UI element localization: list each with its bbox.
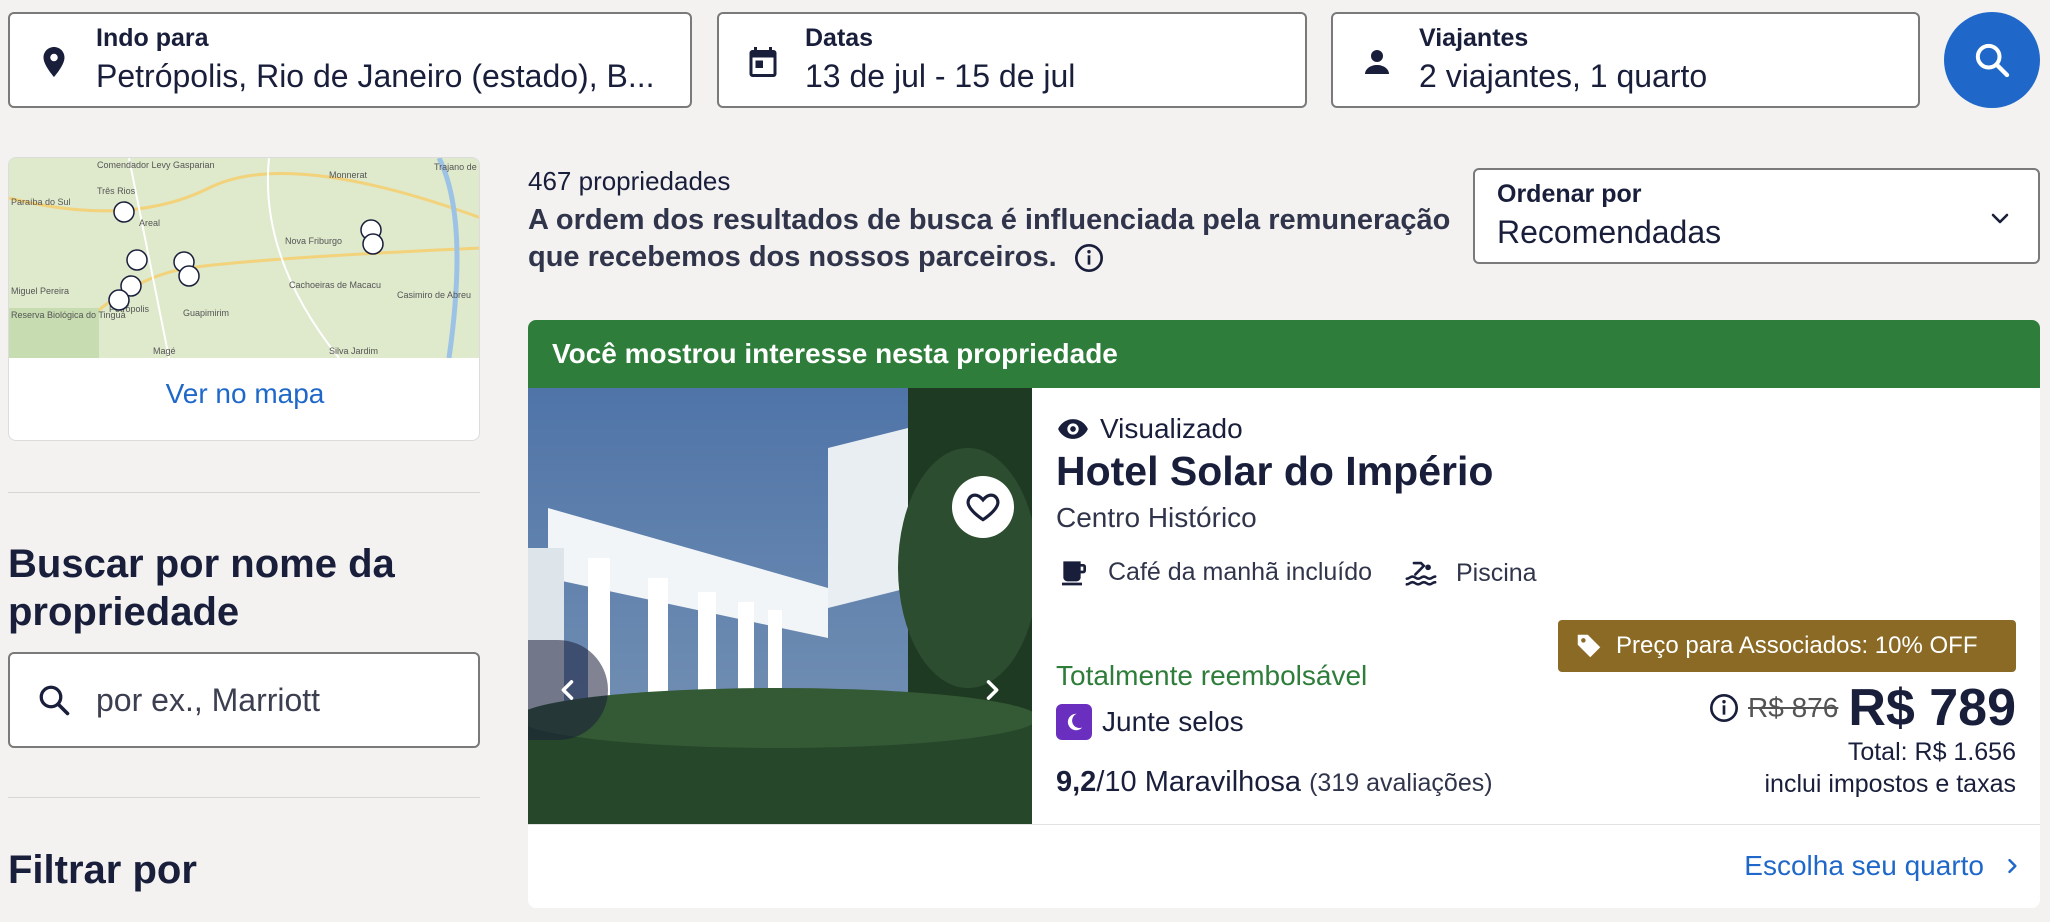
map-label: Trajano de Moraes bbox=[434, 162, 480, 172]
ranking-disclaimer: A ordem dos resultados de busca é influe… bbox=[528, 202, 1468, 276]
viewed-indicator: Visualizado bbox=[1056, 412, 1243, 446]
chevron-left-icon bbox=[561, 680, 574, 700]
map-thumbnail[interactable]: Comendador Levy Gasparian Três Rios Para… bbox=[9, 158, 480, 358]
hotel-name[interactable]: Hotel Solar do Império bbox=[1056, 448, 1493, 495]
chevron-right-icon bbox=[2008, 858, 2017, 874]
viewed-label: Visualizado bbox=[1100, 413, 1243, 444]
info-icon[interactable] bbox=[1073, 242, 1105, 274]
member-price-badge: Preço para Associados: 10% OFF bbox=[1558, 620, 2016, 672]
map-label: Guapimirim bbox=[183, 308, 229, 318]
divider bbox=[528, 824, 2040, 825]
destination-label: Indo para bbox=[96, 24, 209, 52]
price-row: R$ 876 R$ 789 bbox=[1708, 678, 2016, 738]
property-name-input[interactable] bbox=[96, 680, 456, 720]
dates-label: Datas bbox=[805, 24, 874, 52]
moon-stamp-icon bbox=[1056, 704, 1092, 740]
info-icon[interactable] bbox=[1708, 692, 1740, 724]
filter-title: Filtrar por bbox=[8, 848, 197, 892]
chevron-right-icon bbox=[986, 680, 999, 700]
map-label: Comendador Levy Gasparian bbox=[97, 160, 215, 170]
amenity-label: Café da manhã incluído bbox=[1108, 557, 1373, 586]
taxes-note: inclui impostos e taxas bbox=[1764, 770, 2016, 798]
neighborhood: Centro Histórico bbox=[1056, 502, 1257, 533]
guest-rating: 9,2/10 Maravilhosa (319 avaliações) bbox=[1056, 766, 1493, 799]
map-label: Areal bbox=[139, 218, 160, 228]
travelers-field[interactable]: Viajantes 2 viajantes, 1 quarto bbox=[1331, 12, 1920, 108]
next-photo-button[interactable] bbox=[952, 640, 1032, 740]
dates-field[interactable]: Datas 13 de jul - 15 de jul bbox=[717, 12, 1307, 108]
divider bbox=[8, 492, 480, 493]
coffee-cup-icon bbox=[1062, 561, 1086, 586]
destination-field[interactable]: Indo para Petrópolis, Rio de Janeiro (es… bbox=[8, 12, 692, 108]
chevron-down-icon bbox=[1991, 213, 2009, 224]
map-card[interactable]: Comendador Levy Gasparian Três Rios Para… bbox=[8, 157, 480, 441]
property-photo[interactable] bbox=[528, 388, 1032, 824]
eye-icon bbox=[1058, 419, 1088, 439]
search-button[interactable] bbox=[1944, 12, 2040, 108]
view-on-map-link[interactable]: Ver no mapa bbox=[9, 378, 479, 410]
map-label: Paraíba do Sul bbox=[11, 197, 71, 207]
calendar-icon bbox=[749, 47, 777, 77]
sort-select[interactable]: Ordenar por Recomendadas bbox=[1473, 168, 2040, 264]
member-price-label: Preço para Associados: 10% OFF bbox=[1616, 632, 1978, 659]
map-label: Três Rios bbox=[97, 186, 136, 196]
person-icon bbox=[1365, 50, 1389, 74]
location-pin-icon bbox=[43, 47, 65, 77]
destination-value: Petrópolis, Rio de Janeiro (estado), B..… bbox=[96, 58, 655, 94]
current-price: R$ 789 bbox=[1848, 679, 2016, 737]
sort-label: Ordenar por bbox=[1497, 180, 1642, 208]
search-icon bbox=[1975, 43, 2010, 78]
hotel-photo-image bbox=[528, 388, 1032, 824]
original-price: R$ 876 bbox=[1748, 692, 1839, 723]
total-price: Total: R$ 1.656 bbox=[1847, 738, 2016, 766]
tag-icon bbox=[1577, 634, 1601, 658]
results-count: 467 propriedades bbox=[528, 166, 731, 196]
travelers-value: 2 viajantes, 1 quarto bbox=[1419, 58, 1708, 94]
map-label: Silva Jardim bbox=[329, 346, 378, 356]
map-label: Cachoeiras de Macacu bbox=[289, 280, 381, 290]
rating-scale: /10 Maravilhosa bbox=[1096, 766, 1302, 798]
rating-reviews: (319 avaliações) bbox=[1309, 769, 1493, 797]
heart-icon bbox=[966, 493, 1000, 522]
dates-value: 13 de jul - 15 de jul bbox=[805, 58, 1076, 94]
map-label: Miguel Pereira bbox=[11, 286, 69, 296]
interest-banner: Você mostrou interesse nesta propriedade bbox=[528, 320, 2040, 388]
stamps-label: Junte selos bbox=[1102, 706, 1244, 737]
pool-icon bbox=[1405, 561, 1437, 586]
name-search-title: Buscar por nome da propriedade bbox=[8, 542, 395, 634]
amenity-breakfast: Café da manhã incluído bbox=[1058, 556, 1372, 588]
disclaimer-text: A ordem dos resultados de busca é influe… bbox=[528, 204, 1451, 273]
map-label: Magé bbox=[153, 346, 176, 356]
search-icon bbox=[39, 685, 70, 716]
map-label: Monnerat bbox=[329, 170, 368, 180]
sort-value: Recomendadas bbox=[1497, 214, 1722, 250]
choose-room-link[interactable]: Escolha seu quarto bbox=[1744, 850, 2022, 882]
rating-score: 9,2 bbox=[1056, 766, 1097, 798]
property-name-field[interactable] bbox=[8, 652, 480, 748]
amenity-pool: Piscina bbox=[1404, 556, 1537, 590]
favorite-button[interactable] bbox=[952, 476, 1014, 538]
divider bbox=[8, 797, 480, 798]
map-label: Nova Friburgo bbox=[285, 236, 342, 246]
stamps-badge: Junte selos bbox=[1056, 704, 1244, 740]
amenity-label: Piscina bbox=[1456, 558, 1537, 587]
travelers-label: Viajantes bbox=[1419, 24, 1529, 52]
choose-room-label: Escolha seu quarto bbox=[1744, 850, 1984, 881]
refund-policy: Totalmente reembolsável bbox=[1056, 660, 1368, 691]
map-label: Casimiro de Abreu bbox=[397, 290, 471, 300]
property-card[interactable]: Você mostrou interesse nesta propriedade bbox=[528, 320, 2040, 908]
